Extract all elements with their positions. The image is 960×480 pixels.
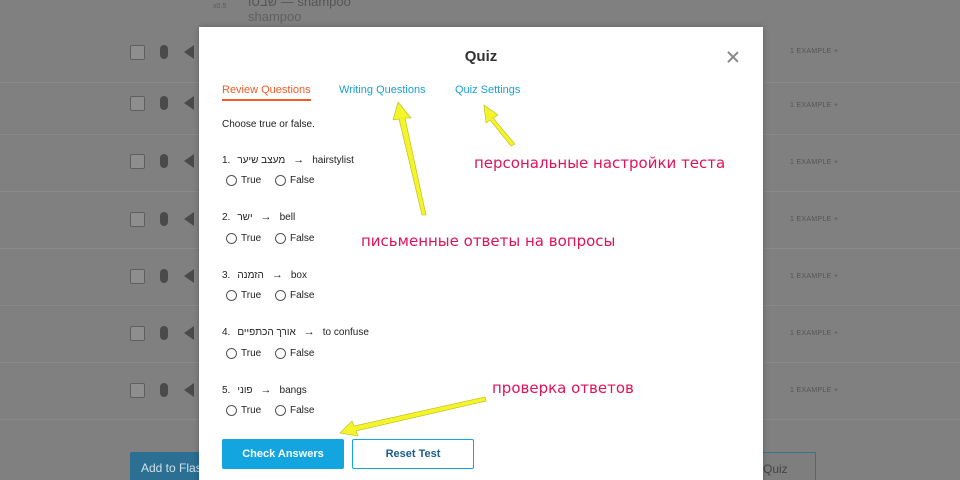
tab-writing-questions[interactable]: Writing Questions: [339, 84, 426, 99]
arrow-right-icon: →: [271, 269, 283, 281]
option-label: False: [290, 405, 315, 416]
question-number: 2.: [222, 212, 231, 223]
question-number: 4.: [222, 327, 231, 338]
microphone-icon: [160, 326, 168, 340]
bg-example-link: 1 EXAMPLE +: [790, 48, 839, 55]
annotation-check-text: проверка ответов: [492, 379, 634, 397]
question-hebrew: פוני: [237, 385, 253, 396]
option-label: True: [241, 348, 262, 359]
speaker-icon: [184, 45, 194, 59]
question-number: 3.: [222, 270, 231, 281]
bg-row-checkbox: [130, 45, 145, 60]
option-label: False: [290, 175, 315, 186]
bg-example-link: 1 EXAMPLE +: [790, 102, 839, 109]
quiz-modal: Quiz Review Questions Writing Questions …: [199, 27, 763, 480]
question-number: 5.: [222, 385, 231, 396]
bg-top-word-translation: shampoo: [248, 9, 302, 24]
speaker-icon: [184, 212, 194, 226]
radio-button[interactable]: [226, 175, 237, 186]
speaker-icon: [184, 326, 194, 340]
question-english: bangs: [279, 385, 307, 396]
radio-button[interactable]: [226, 233, 237, 244]
modal-title: Quiz: [464, 48, 498, 65]
speaker-icon: [184, 96, 194, 110]
option-label: True: [241, 405, 262, 416]
annotation-writing-text: письменные ответы на вопросы: [361, 232, 616, 250]
microphone-icon: [160, 96, 168, 110]
microphone-icon: [160, 212, 168, 226]
radio-button[interactable]: [275, 233, 286, 244]
check-answers-button[interactable]: Check Answers: [222, 439, 344, 469]
option-true[interactable]: True: [226, 175, 261, 186]
question-hebrew: הזמנה: [237, 270, 264, 281]
question-hebrew: ישר: [237, 212, 253, 223]
question-5: 5. פוני → bangs: [222, 384, 307, 396]
question-hebrew: אורך הכתפיים: [237, 327, 296, 338]
bg-speed-label: x0.5: [213, 3, 227, 10]
question-english: bell: [279, 212, 296, 223]
tab-review-questions[interactable]: Review Questions: [222, 84, 311, 101]
question-hebrew: מעצב שיער: [237, 155, 286, 166]
question-number: 1.: [222, 155, 231, 166]
option-false[interactable]: False: [275, 348, 314, 359]
arrow-right-icon: →: [260, 384, 272, 396]
option-label: False: [290, 290, 315, 301]
radio-button[interactable]: [275, 175, 286, 186]
bg-add-to-flashcards-button: Add to Flas: [130, 452, 210, 480]
close-icon[interactable]: [725, 49, 741, 65]
option-true[interactable]: True: [226, 290, 261, 301]
reset-test-button[interactable]: Reset Test: [352, 439, 474, 469]
radio-button[interactable]: [226, 290, 237, 301]
option-label: False: [290, 233, 315, 244]
arrow-right-icon: →: [260, 211, 272, 223]
bg-example-link: 1 EXAMPLE +: [790, 273, 839, 280]
option-true[interactable]: True: [226, 405, 261, 416]
bg-row-checkbox: [130, 269, 145, 284]
question-4: 4. אורך הכתפיים → to confuse: [222, 326, 369, 338]
speaker-icon: [184, 154, 194, 168]
option-true[interactable]: True: [226, 348, 261, 359]
bg-example-link: 1 EXAMPLE +: [790, 216, 839, 223]
option-false[interactable]: False: [275, 233, 314, 244]
option-false[interactable]: False: [275, 405, 314, 416]
bg-row-checkbox: [130, 96, 145, 111]
option-label: False: [290, 348, 315, 359]
radio-button[interactable]: [275, 348, 286, 359]
speaker-icon: [184, 269, 194, 283]
bg-row-checkbox: [130, 154, 145, 169]
speaker-icon: [184, 383, 194, 397]
bg-top-word: שבסו — shampoo: [248, 0, 351, 9]
microphone-icon: [160, 269, 168, 283]
annotation-settings-text: персональные настройки теста: [474, 154, 726, 172]
option-label: True: [241, 175, 262, 186]
microphone-icon: [160, 383, 168, 397]
microphone-icon: [160, 45, 168, 59]
option-true[interactable]: True: [226, 233, 261, 244]
radio-button[interactable]: [275, 405, 286, 416]
microphone-icon: [160, 154, 168, 168]
bg-example-link: 1 EXAMPLE +: [790, 159, 839, 166]
bg-row-checkbox: [130, 212, 145, 227]
bg-row-checkbox: [130, 383, 145, 398]
bg-example-link: 1 EXAMPLE +: [790, 330, 839, 337]
option-label: True: [241, 290, 262, 301]
question-english: to confuse: [322, 327, 369, 338]
radio-button[interactable]: [226, 348, 237, 359]
option-false[interactable]: False: [275, 290, 314, 301]
radio-button[interactable]: [275, 290, 286, 301]
question-3: 3. הזמנה → box: [222, 269, 307, 281]
bg-example-link: 1 EXAMPLE +: [790, 387, 839, 394]
option-label: True: [241, 233, 262, 244]
question-1: 1. מעצב שיער → hairstylist: [222, 154, 354, 166]
tab-quiz-settings[interactable]: Quiz Settings: [455, 84, 520, 99]
quiz-instruction: Choose true or false.: [222, 119, 315, 130]
arrow-right-icon: →: [293, 154, 305, 166]
arrow-right-icon: →: [303, 326, 315, 338]
question-english: box: [290, 270, 307, 281]
radio-button[interactable]: [226, 405, 237, 416]
option-false[interactable]: False: [275, 175, 314, 186]
bg-row-checkbox: [130, 326, 145, 341]
question-2: 2. ישר → bell: [222, 211, 295, 223]
question-english: hairstylist: [312, 155, 354, 166]
